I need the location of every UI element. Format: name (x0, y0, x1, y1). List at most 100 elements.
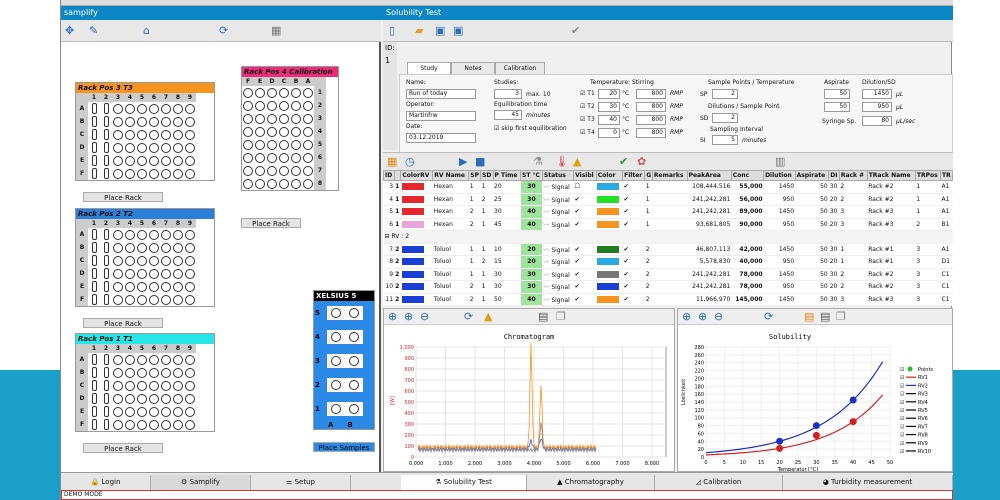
well[interactable] (255, 113, 265, 124)
well[interactable] (125, 142, 135, 153)
well[interactable] (267, 152, 277, 163)
well[interactable] (149, 268, 159, 279)
vial-slot[interactable] (103, 155, 109, 166)
column-header[interactable]: Remarks (651, 170, 688, 181)
well[interactable] (161, 229, 171, 240)
peak-icon[interactable]: ▲ (573, 155, 581, 168)
well[interactable] (291, 152, 301, 163)
column-header[interactable]: Dilution (763, 170, 796, 181)
well[interactable] (113, 229, 123, 240)
legend-checkbox[interactable]: ☑ (900, 449, 904, 455)
vial-slot[interactable] (91, 268, 97, 279)
cell-colorrv[interactable] (400, 255, 433, 269)
well[interactable] (279, 178, 289, 189)
well[interactable] (267, 113, 277, 124)
well[interactable] (291, 165, 301, 176)
well[interactable] (185, 281, 195, 292)
sd-stepper[interactable]: 2 (712, 113, 738, 123)
stir-input[interactable]: 800 (636, 128, 666, 138)
well[interactable] (137, 229, 147, 240)
well[interactable] (267, 126, 277, 137)
well[interactable] (303, 165, 313, 176)
well[interactable] (161, 380, 171, 391)
well[interactable] (185, 155, 195, 166)
columns-icon[interactable]: ▥ (775, 155, 785, 168)
well[interactable] (149, 354, 159, 365)
cell-visible[interactable]: ✔ (573, 268, 597, 281)
well[interactable] (185, 419, 195, 430)
tap-icon[interactable]: ⌂ (143, 24, 150, 37)
vial-slot[interactable] (91, 168, 97, 179)
well[interactable] (279, 100, 289, 111)
vial-slot[interactable] (103, 268, 109, 279)
vial-slot[interactable] (91, 354, 97, 365)
well[interactable] (137, 255, 147, 266)
xelsius-rack[interactable]: XELSIUS 5 5 4 3 2 1A B (313, 290, 375, 430)
well[interactable] (113, 129, 123, 140)
well[interactable] (173, 229, 183, 240)
vial-slot[interactable] (103, 129, 109, 140)
well[interactable] (149, 255, 159, 266)
well[interactable] (255, 126, 265, 137)
well[interactable] (173, 116, 183, 127)
table-row[interactable]: 10 2 Toluol 2 1 30 30 〰 Signal ✔ ✔ 2 241,242,281 78,… (383, 280, 953, 294)
sample-slot[interactable] (349, 380, 359, 390)
well[interactable] (161, 281, 171, 292)
needle-icon[interactable]: ✎ (89, 24, 98, 37)
vial-slot[interactable] (103, 393, 109, 404)
vial-slot[interactable] (103, 367, 109, 378)
legend-checkbox[interactable]: ☑ (900, 433, 904, 439)
well[interactable] (267, 100, 277, 111)
well[interactable] (161, 393, 171, 404)
well[interactable] (291, 100, 301, 111)
well[interactable] (267, 178, 277, 189)
well[interactable] (243, 100, 253, 111)
well[interactable] (137, 393, 147, 404)
well[interactable] (243, 165, 253, 176)
place-rack-button[interactable]: Place Rack (83, 318, 163, 328)
column-header[interactable]: PeakArea (686, 170, 732, 181)
well[interactable] (137, 129, 147, 140)
new-file-icon[interactable]: ▯ (389, 24, 395, 37)
well[interactable] (137, 142, 147, 153)
cell-colorrv[interactable] (400, 205, 433, 219)
column-header[interactable]: TR (940, 170, 953, 181)
check-circle-icon[interactable]: ✔ (571, 24, 580, 37)
sol-zoom-out-icon[interactable]: ⊖ (714, 310, 723, 323)
sample-slot[interactable] (331, 380, 341, 390)
vial-slot[interactable] (91, 367, 97, 378)
column-header[interactable]: Filter (622, 170, 646, 181)
well[interactable] (291, 87, 301, 98)
stir-input[interactable]: 800 (636, 102, 666, 112)
cell-filter[interactable]: ✔ (622, 243, 645, 256)
column-header[interactable]: Visibl (573, 170, 597, 181)
well[interactable] (137, 367, 147, 378)
cell-visible[interactable]: ✔ (573, 243, 597, 256)
well[interactable] (137, 419, 147, 430)
vial-slot[interactable] (103, 294, 109, 305)
vial-slot[interactable] (91, 393, 97, 404)
vial-slot[interactable] (103, 168, 109, 179)
well[interactable] (303, 152, 313, 163)
well[interactable] (185, 354, 195, 365)
stop-icon[interactable]: ■ (475, 155, 485, 168)
temp-input[interactable]: 30 (598, 102, 620, 112)
well[interactable] (255, 152, 265, 163)
sample-slot[interactable] (349, 308, 359, 318)
legend-checkbox[interactable]: ☑ (900, 375, 904, 381)
well[interactable] (125, 242, 135, 253)
save-as-icon[interactable]: ▣ (453, 24, 463, 37)
cell-colorrv[interactable] (400, 280, 433, 294)
well[interactable] (149, 380, 159, 391)
well[interactable] (279, 152, 289, 163)
table-row[interactable]: 5 1 Hexan 2 1 30 40 〰 Signal ✔ ✔ 1 241,242,281 89,00… (383, 205, 953, 219)
table-row[interactable]: 11 2 Toluol 2 1 50 40 〰 Signal ✔ ✔ 2 11,966,970 145,… (383, 293, 953, 306)
well[interactable] (303, 126, 313, 137)
cell-visible[interactable]: ☐ (573, 180, 597, 194)
well[interactable] (125, 168, 135, 179)
well[interactable] (173, 168, 183, 179)
stir-input[interactable]: 800 (636, 89, 666, 99)
chroma-copy-icon[interactable]: ❐ (556, 310, 566, 323)
temp-checkbox[interactable]: ☑ T2 (580, 103, 595, 110)
vial-slot[interactable] (103, 229, 109, 240)
